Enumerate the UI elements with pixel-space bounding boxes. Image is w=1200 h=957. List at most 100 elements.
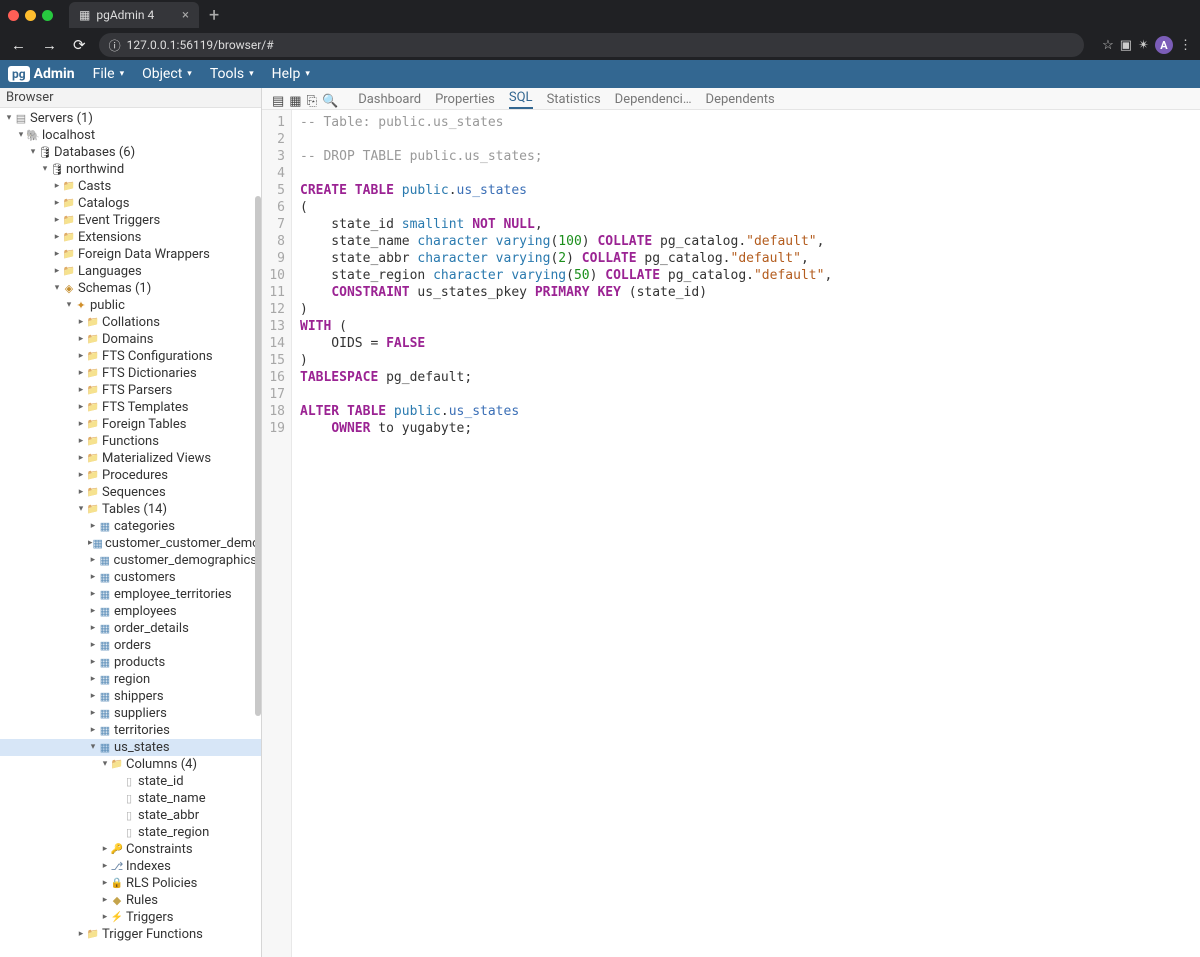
code-line[interactable]: TABLESPACE pg_default;	[300, 369, 832, 386]
code-line[interactable]: )	[300, 352, 832, 369]
reload-button[interactable]: ⟳	[70, 36, 89, 54]
minimize-window-icon[interactable]	[25, 10, 36, 21]
code-line[interactable]: OWNER to yugabyte;	[300, 420, 832, 437]
tree-toggle-icon[interactable]: ▾	[64, 297, 74, 314]
address-bar[interactable]: ⓘ 127.0.0.1:56119/browser/#	[99, 33, 1085, 57]
tree-schemas-1-[interactable]: ▾Schemas (1)	[0, 280, 261, 297]
toolbar-icon-1[interactable]: ▤	[272, 94, 284, 109]
code-line[interactable]: state_abbr character varying(2) COLLATE …	[300, 250, 832, 267]
tree-table-territories[interactable]: ▸territories	[0, 722, 261, 739]
tree-table-products[interactable]: ▸products	[0, 654, 261, 671]
tree-toggle-icon[interactable]: ▸	[52, 212, 62, 229]
tree-toggle-icon[interactable]: ▾	[76, 501, 86, 518]
sql-editor[interactable]: 12345678910111213141516171819 -- Table: …	[262, 110, 1200, 957]
tab-statistics[interactable]: Statistics	[547, 92, 601, 109]
menu-tools[interactable]: Tools	[210, 66, 254, 82]
tree-catalogs[interactable]: ▸Catalogs	[0, 195, 261, 212]
tree-toggle-icon[interactable]: ▸	[76, 331, 86, 348]
tree-toggle-icon[interactable]: ▸	[88, 688, 98, 705]
menu-file[interactable]: File	[93, 66, 125, 82]
code-line[interactable]: state_name character varying(100) COLLAT…	[300, 233, 832, 250]
tree-toggle-icon[interactable]: ▸	[100, 841, 110, 858]
tree-casts[interactable]: ▸Casts	[0, 178, 261, 195]
tree-table-customers[interactable]: ▸customers	[0, 569, 261, 586]
window-controls[interactable]	[8, 10, 53, 21]
tab-sql[interactable]: SQL	[509, 90, 533, 109]
tree-tables-14-[interactable]: ▾Tables (14)	[0, 501, 261, 518]
tree-table-suppliers[interactable]: ▸suppliers	[0, 705, 261, 722]
browser-tab[interactable]: ▦ pgAdmin 4 ×	[69, 2, 199, 28]
bookmark-icon[interactable]: ☆	[1102, 38, 1114, 53]
tree-foreign-data-wrappers[interactable]: ▸Foreign Data Wrappers	[0, 246, 261, 263]
new-tab-button[interactable]: +	[205, 5, 223, 26]
tree-column-state_name[interactable]: state_name	[0, 790, 261, 807]
tree-functions[interactable]: ▸Functions	[0, 433, 261, 450]
tree-table-customer_customer_demo[interactable]: ▸customer_customer_demo	[0, 535, 261, 552]
tree-northwind[interactable]: ▾northwind	[0, 161, 261, 178]
tree-toggle-icon[interactable]: ▸	[88, 552, 98, 569]
code-line[interactable]	[300, 131, 832, 148]
tree-toggle-icon[interactable]: ▾	[40, 161, 50, 178]
tree-toggle-icon[interactable]: ▸	[100, 875, 110, 892]
tree-toggle-icon[interactable]: ▸	[88, 705, 98, 722]
tree-toggle-icon[interactable]: ▸	[52, 229, 62, 246]
tree-table-orders[interactable]: ▸orders	[0, 637, 261, 654]
tree-fts-configurations[interactable]: ▸FTS Configurations	[0, 348, 261, 365]
tree-toggle-icon[interactable]: ▸	[100, 858, 110, 875]
code-line[interactable]: state_id smallint NOT NULL,	[300, 216, 832, 233]
tree-table-categories[interactable]: ▸categories	[0, 518, 261, 535]
tree-toggle-icon[interactable]: ▸	[88, 654, 98, 671]
tree-extensions[interactable]: ▸Extensions	[0, 229, 261, 246]
code-line[interactable]: OIDS = FALSE	[300, 335, 832, 352]
code-line[interactable]: (	[300, 199, 832, 216]
tree-rls-policies[interactable]: ▸RLS Policies	[0, 875, 261, 892]
tree-collations[interactable]: ▸Collations	[0, 314, 261, 331]
code-line[interactable]	[300, 386, 832, 403]
tree-toggle-icon[interactable]: ▸	[52, 246, 62, 263]
tree-toggle-icon[interactable]: ▸	[88, 671, 98, 688]
code-line[interactable]: CONSTRAINT us_states_pkey PRIMARY KEY (s…	[300, 284, 832, 301]
tree-toggle-icon[interactable]: ▸	[76, 365, 86, 382]
pgadmin-logo[interactable]: pgAdmin	[8, 66, 75, 82]
tree-toggle-icon[interactable]: ▸	[76, 382, 86, 399]
tree-toggle-icon[interactable]: ▾	[4, 110, 14, 127]
tab-properties[interactable]: Properties	[435, 92, 495, 109]
tree-toggle-icon[interactable]: ▸	[100, 909, 110, 926]
tree-toggle-icon[interactable]: ▸	[88, 586, 98, 603]
tree-column-state_abbr[interactable]: state_abbr	[0, 807, 261, 824]
extensions-icon[interactable]: ✴	[1138, 38, 1149, 53]
tree-materialized-views[interactable]: ▸Materialized Views	[0, 450, 261, 467]
tree-toggle-icon[interactable]: ▾	[100, 756, 110, 773]
tree-toggle-icon[interactable]: ▸	[88, 569, 98, 586]
tree-table-shippers[interactable]: ▸shippers	[0, 688, 261, 705]
tree-trigger-functions[interactable]: ▸Trigger Functions	[0, 926, 261, 943]
tree-toggle-icon[interactable]: ▾	[88, 739, 98, 756]
tree-toggle-icon[interactable]: ▸	[76, 926, 86, 943]
tree-toggle-icon[interactable]: ▸	[76, 399, 86, 416]
toolbar-icon-2[interactable]: ▦	[289, 94, 301, 109]
tree-toggle-icon[interactable]: ▸	[76, 314, 86, 331]
tree-toggle-icon[interactable]: ▾	[28, 144, 38, 161]
tree-indexes[interactable]: ▸Indexes	[0, 858, 261, 875]
tree-table-us_states[interactable]: ▾us_states	[0, 739, 261, 756]
tree-toggle-icon[interactable]: ▸	[52, 263, 62, 280]
tree-databases-6-[interactable]: ▾Databases (6)	[0, 144, 261, 161]
tree-toggle-icon[interactable]: ▸	[88, 518, 98, 535]
tree-toggle-icon[interactable]: ▸	[88, 637, 98, 654]
menu-object[interactable]: Object	[142, 66, 192, 82]
tree-rules[interactable]: ▸Rules	[0, 892, 261, 909]
tree-domains[interactable]: ▸Domains	[0, 331, 261, 348]
tree-table-employee_territories[interactable]: ▸employee_territories	[0, 586, 261, 603]
code-line[interactable]: WITH (	[300, 318, 832, 335]
code-line[interactable]: CREATE TABLE public.us_states	[300, 182, 832, 199]
tree-table-region[interactable]: ▸region	[0, 671, 261, 688]
maximize-window-icon[interactable]	[42, 10, 53, 21]
tree-procedures[interactable]: ▸Procedures	[0, 467, 261, 484]
tree-toggle-icon[interactable]: ▾	[16, 127, 26, 144]
tree-toggle-icon[interactable]: ▸	[76, 484, 86, 501]
tree-event-triggers[interactable]: ▸Event Triggers	[0, 212, 261, 229]
tree-constraints[interactable]: ▸Constraints	[0, 841, 261, 858]
tree-toggle-icon[interactable]: ▸	[100, 892, 110, 909]
code-line[interactable]: -- Table: public.us_states	[300, 114, 832, 131]
tree-fts-dictionaries[interactable]: ▸FTS Dictionaries	[0, 365, 261, 382]
